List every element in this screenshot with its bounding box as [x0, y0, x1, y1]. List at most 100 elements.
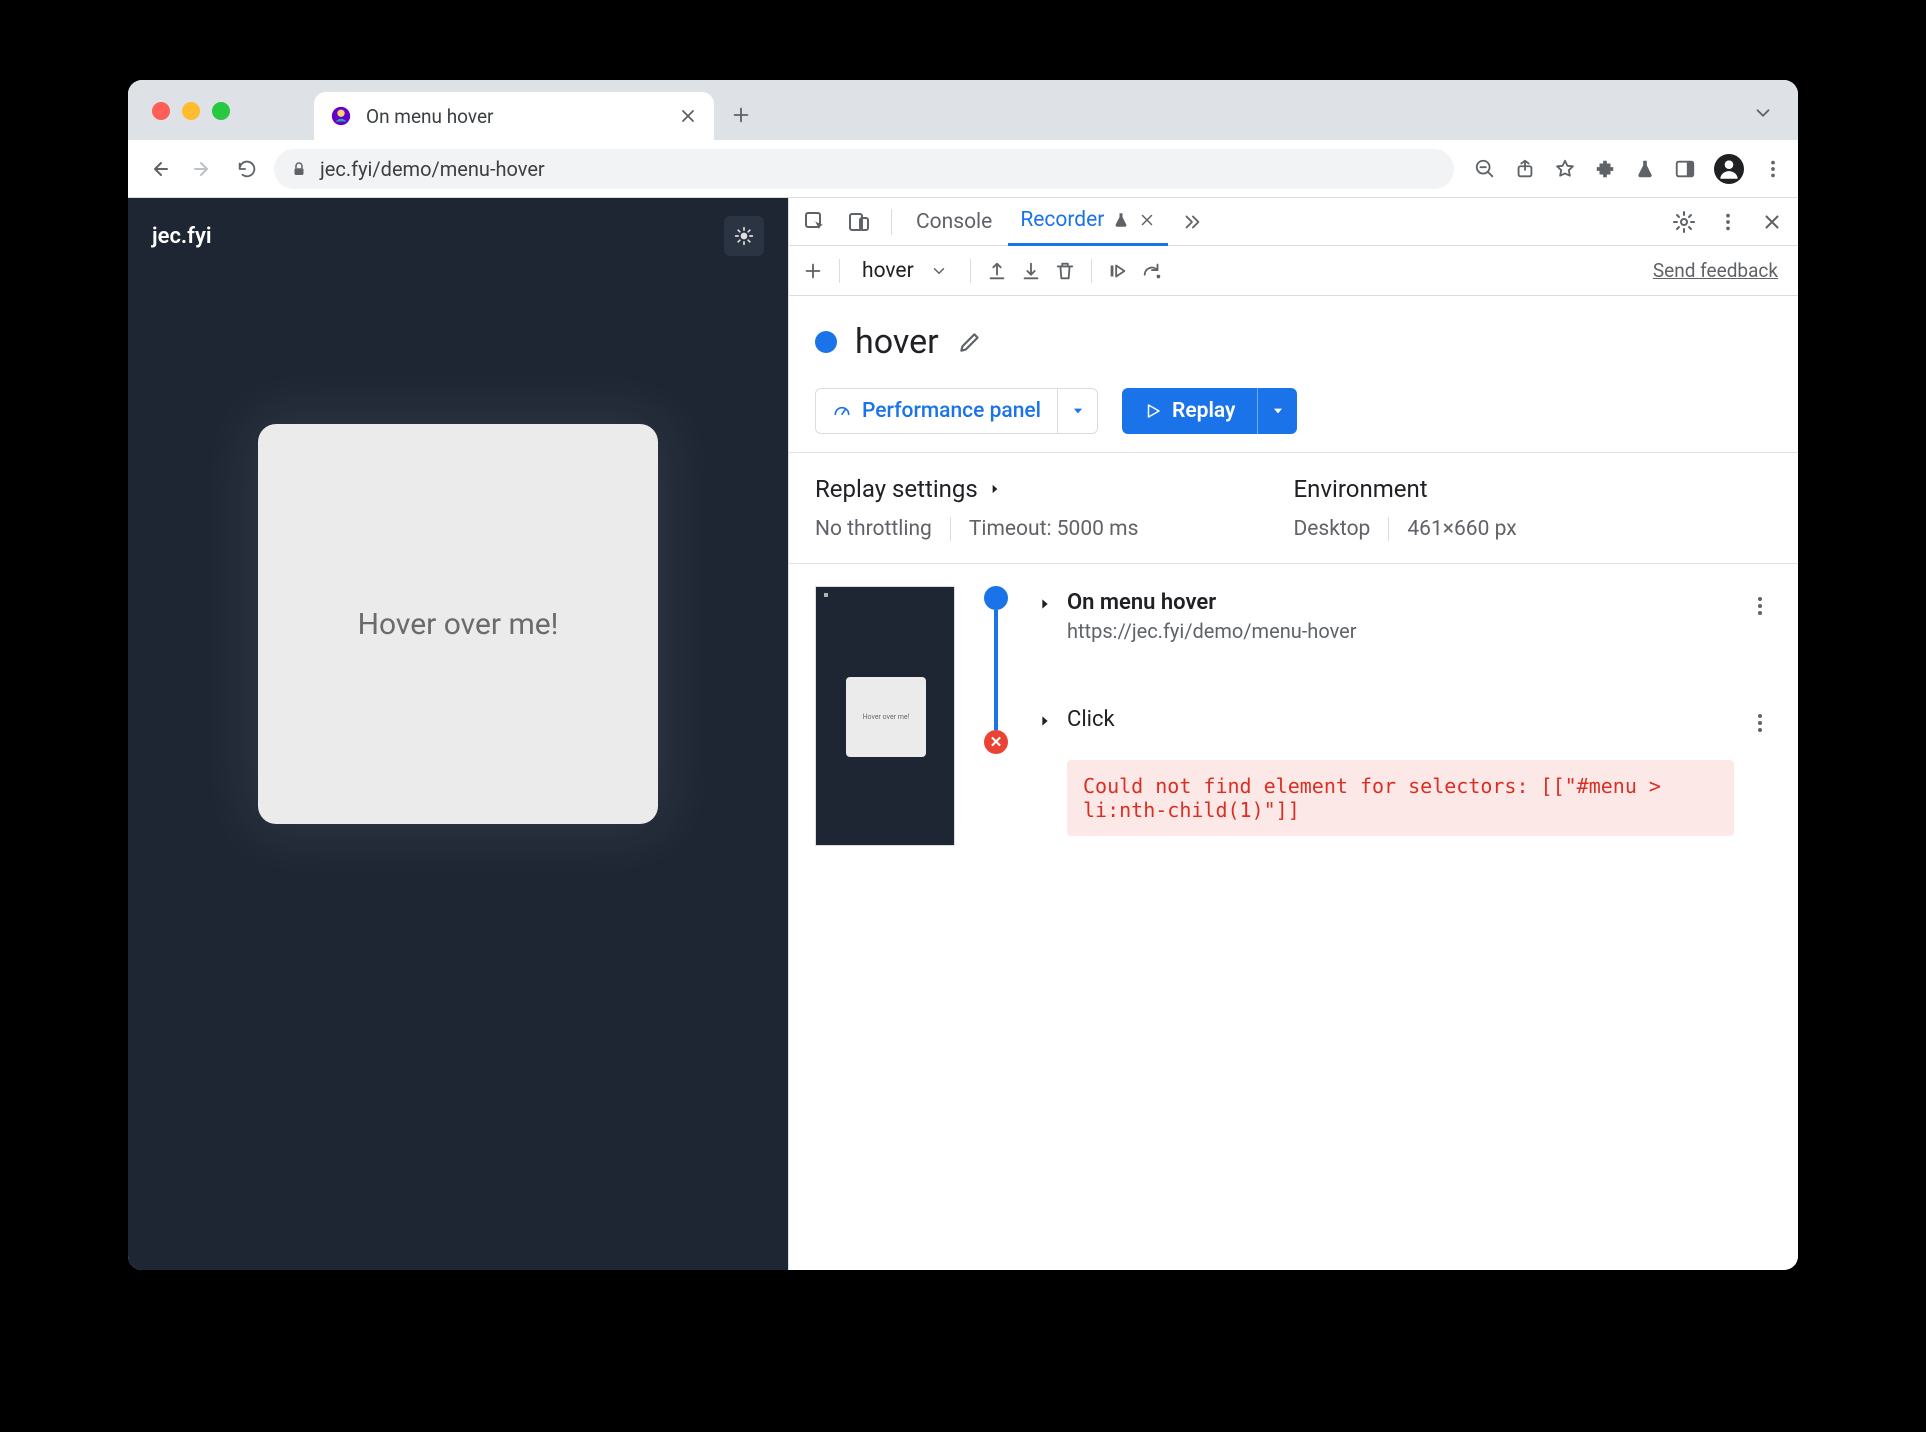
tab-close-icon[interactable] — [678, 106, 698, 126]
hover-card[interactable]: Hover over me! — [258, 424, 658, 824]
sun-icon — [734, 226, 754, 246]
address-bar[interactable]: jec.fyi/demo/menu-hover — [274, 149, 1454, 189]
zoom-out-icon[interactable] — [1474, 158, 1496, 180]
environment-col: Environment Desktop 461×660 px — [1294, 475, 1773, 541]
import-button[interactable] — [1017, 257, 1045, 285]
tab-strip: On menu hover — [128, 80, 1798, 140]
separator — [1091, 259, 1092, 283]
timeline-error-dot: ✕ — [984, 730, 1008, 754]
labs-flask-icon[interactable] — [1634, 158, 1656, 180]
content-split: jec.fyi Hover over me! Console — [128, 198, 1798, 1270]
device-toolbar-button[interactable] — [839, 202, 879, 242]
settings-button[interactable] — [1664, 202, 1704, 242]
tab-title: On menu hover — [366, 105, 664, 128]
step-click[interactable]: Click Could not find element for selecto… — [1037, 703, 1772, 860]
share-icon[interactable] — [1514, 158, 1536, 180]
side-panel-icon[interactable] — [1674, 158, 1696, 180]
new-tab-button[interactable] — [728, 102, 754, 128]
traffic-lights — [152, 102, 230, 120]
gauge-icon — [832, 401, 852, 421]
replay-dropdown[interactable] — [1257, 388, 1297, 434]
step-over-button[interactable] — [1104, 257, 1132, 285]
extensions-icon[interactable] — [1594, 158, 1616, 180]
step-1-title: On menu hover — [1067, 590, 1734, 615]
recording-toolbar: hover Send feedback — [789, 246, 1798, 296]
tab-console[interactable]: Console — [904, 198, 1004, 246]
replay-settings-toggle[interactable]: Replay settings — [815, 475, 1294, 503]
back-button[interactable] — [142, 152, 176, 186]
hover-card-text: Hover over me! — [358, 607, 559, 642]
step-menu-button[interactable] — [1748, 711, 1772, 735]
send-feedback-link[interactable]: Send feedback — [1653, 259, 1788, 282]
step-navigate[interactable]: On menu hover https://jec.fyi/demo/menu-… — [1037, 586, 1772, 667]
toolbar-right-icons — [1474, 154, 1784, 184]
edit-title-button[interactable] — [957, 329, 983, 355]
inspect-element-button[interactable] — [795, 202, 835, 242]
play-icon — [1144, 402, 1162, 420]
performance-panel-dropdown[interactable] — [1057, 389, 1097, 433]
reload-icon — [236, 158, 258, 180]
tab-console-label: Console — [916, 210, 992, 234]
recording-title: hover — [855, 322, 939, 362]
reload-button[interactable] — [230, 152, 264, 186]
window-minimize-button[interactable] — [182, 102, 200, 120]
environment-label: Environment — [1294, 475, 1428, 503]
tab-overflow-icon[interactable] — [1752, 102, 1774, 124]
timeline: ✕ — [981, 586, 1011, 860]
plus-icon — [802, 260, 824, 282]
timeout-value: Timeout: 5000 ms — [969, 517, 1139, 541]
triangle-right-icon — [988, 482, 1002, 496]
tab-active[interactable]: On menu hover — [314, 92, 714, 140]
trash-icon — [1054, 260, 1076, 282]
skip-button[interactable] — [1138, 257, 1166, 285]
close-icon[interactable] — [1138, 211, 1156, 229]
person-icon — [1716, 156, 1742, 182]
throttling-value: No throttling — [815, 517, 932, 541]
step-1-url: https://jec.fyi/demo/menu-hover — [1067, 619, 1734, 643]
recording-header: hover Performance panel — [789, 296, 1798, 452]
separator — [1388, 517, 1389, 541]
arrow-left-icon — [147, 157, 171, 181]
replay-button[interactable]: Replay — [1122, 388, 1297, 434]
new-recording-button[interactable] — [799, 257, 827, 285]
triangle-right-icon — [1037, 596, 1053, 612]
window-close-button[interactable] — [152, 102, 170, 120]
flask-icon — [1112, 211, 1130, 229]
rendered-page: jec.fyi Hover over me! — [128, 198, 788, 1270]
devtools-panel: Console Recorder — [788, 198, 1798, 1270]
triangle-right-icon — [1037, 713, 1053, 729]
theme-toggle[interactable] — [724, 216, 764, 256]
kebab-menu-icon[interactable] — [1762, 158, 1784, 180]
separator — [970, 259, 971, 283]
device-value: Desktop — [1294, 517, 1371, 541]
chevron-down-icon[interactable] — [930, 262, 948, 280]
performance-panel-button[interactable]: Performance panel — [815, 388, 1098, 434]
step-error-message: Could not find element for selectors: [[… — [1067, 760, 1734, 836]
close-icon — [1761, 211, 1783, 233]
star-icon[interactable] — [1554, 158, 1576, 180]
upload-icon — [986, 260, 1008, 282]
close-devtools-button[interactable] — [1752, 202, 1792, 242]
window-zoom-button[interactable] — [212, 102, 230, 120]
dimensions-value: 461×660 px — [1407, 517, 1516, 541]
forward-button[interactable] — [186, 152, 220, 186]
skip-icon — [1140, 260, 1164, 282]
url-text: jec.fyi/demo/menu-hover — [320, 157, 545, 181]
separator — [950, 517, 951, 541]
delete-button[interactable] — [1051, 257, 1079, 285]
inspect-icon — [803, 210, 827, 234]
performance-panel-label: Performance panel — [862, 399, 1041, 423]
profile-avatar[interactable] — [1714, 154, 1744, 184]
step-menu-button[interactable] — [1748, 594, 1772, 618]
timeline-dot-start — [984, 586, 1008, 610]
export-button[interactable] — [983, 257, 1011, 285]
recording-name[interactable]: hover — [852, 259, 924, 283]
tab-recorder[interactable]: Recorder — [1008, 198, 1168, 246]
more-tabs-button[interactable] — [1172, 202, 1212, 242]
device-icon — [847, 210, 871, 234]
recording-status-dot — [815, 331, 837, 353]
page-header: jec.fyi — [128, 198, 788, 274]
devtools-menu-button[interactable] — [1708, 202, 1748, 242]
settings-block: Replay settings No throttling Timeout: 5… — [789, 452, 1798, 564]
separator — [839, 259, 840, 283]
